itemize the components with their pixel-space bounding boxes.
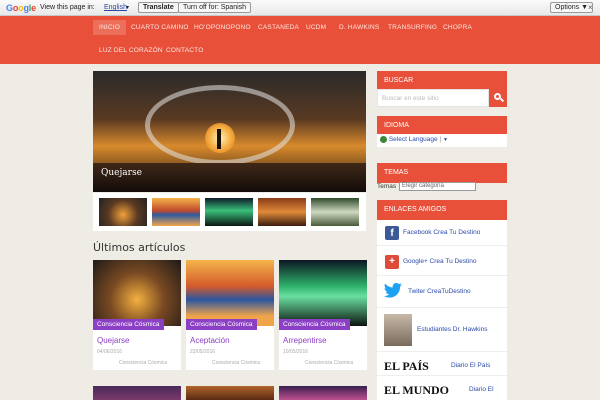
search-input[interactable]: Buscar en este sitio xyxy=(377,89,489,107)
thumbnail-aceptacion[interactable] xyxy=(152,198,200,226)
translate-bar: Google View this page in: English ▾ Tran… xyxy=(0,0,600,16)
elpais-logo: EL PAÍS xyxy=(384,359,429,373)
friend-link-elpais[interactable]: EL PAÍS Diario El País xyxy=(377,352,507,376)
article-card: Consciencia Cósmica Arrepentirse 10/05/2… xyxy=(279,260,367,370)
article-image[interactable] xyxy=(279,260,367,326)
categories-row: Temas Elegir categoría xyxy=(377,182,507,193)
nav-item-d-hawkins[interactable]: D. HAWKINS xyxy=(339,24,379,31)
friend-link-hawkins[interactable]: Estudiantes Dr. Hawkins xyxy=(377,308,507,352)
categories-label: Temas xyxy=(377,183,397,190)
friend-link-twitter[interactable]: Twiter CreaTuDestino xyxy=(377,276,507,308)
language-widget-header: IDIOMA xyxy=(377,116,507,136)
slider-thumbnails xyxy=(93,193,366,231)
article-image[interactable] xyxy=(186,386,274,400)
article-category[interactable]: Consciencia Cósmica xyxy=(212,360,260,366)
chevron-down-icon: ▾ xyxy=(126,5,130,11)
translate-bar-text: View this page in: xyxy=(40,4,95,11)
chevron-down-icon: ▼ xyxy=(442,137,448,144)
globe-icon xyxy=(380,136,387,143)
categories-select[interactable]: Elegir categoría xyxy=(399,182,476,191)
options-button[interactable]: Options ▼ xyxy=(550,2,593,13)
search-widget-header: BUSCAR xyxy=(377,71,507,91)
category-badge[interactable]: Consciencia Cósmica xyxy=(93,319,164,330)
slider-caption[interactable]: Quejarse xyxy=(101,168,142,178)
friend-link-googleplus[interactable]: + Google+ Crea Tu Destino xyxy=(377,246,507,276)
nav-item-chopra[interactable]: CHOPRA xyxy=(443,24,472,31)
google-logo: Google xyxy=(6,3,36,13)
nav-item-cuarto-camino[interactable]: CUARTO CAMINO xyxy=(131,24,189,31)
article-image[interactable] xyxy=(93,260,181,326)
article-date: 10/05/2016 xyxy=(283,349,309,355)
article-image[interactable] xyxy=(186,260,274,326)
nav-item-transurfing[interactable]: TRANSURFING xyxy=(388,24,437,31)
googleplus-icon: + xyxy=(385,255,399,269)
nav-item-hooponopono[interactable]: HO'OPONOPONO xyxy=(194,24,251,31)
friends-widget-header: ENLACES AMIGOS xyxy=(377,200,507,220)
nav-item-inicio[interactable]: INICIO xyxy=(93,20,127,35)
thumbnail-waterfall[interactable] xyxy=(311,198,359,226)
thumbnail-arrepentirse[interactable] xyxy=(205,198,253,226)
article-title[interactable]: Aceptación xyxy=(190,336,230,345)
friends-list: f Facebook Crea Tu Destino + Google+ Cre… xyxy=(377,220,507,400)
nav-item-luz-del-corazon[interactable]: LUZ DEL CORAZÓN xyxy=(99,47,163,54)
facebook-icon: f xyxy=(385,226,399,240)
article-date: 04/06/2016 xyxy=(97,349,123,355)
article-card: Consciencia Cósmica Aceptación 22/05/201… xyxy=(186,260,274,370)
article-category[interactable]: Consciencia Cósmica xyxy=(305,360,353,366)
close-icon[interactable]: × xyxy=(588,3,593,12)
article-date: 22/05/2016 xyxy=(190,349,216,355)
category-badge[interactable]: Consciencia Cósmica xyxy=(279,319,350,330)
nav-item-castaneda[interactable]: CASTANEDA xyxy=(258,24,299,31)
article-image[interactable] xyxy=(93,386,181,400)
category-badge[interactable]: Consciencia Cósmica xyxy=(186,319,257,330)
nav-item-ucdm[interactable]: UCDM xyxy=(306,24,326,31)
hawkins-photo xyxy=(384,314,412,346)
elmundo-logo: EL MUNDO xyxy=(384,383,450,397)
latest-articles-title: Últimos artículos xyxy=(93,241,186,254)
translate-button[interactable]: Translate xyxy=(138,2,179,13)
article-card: Consciencia Cósmica Quejarse 04/06/2016 … xyxy=(93,260,181,370)
thumbnail-quejarse[interactable] xyxy=(97,196,149,228)
language-select[interactable]: Select Language | ▼ xyxy=(377,134,507,147)
twitter-icon xyxy=(383,283,402,298)
search-button[interactable] xyxy=(489,89,507,107)
article-image[interactable] xyxy=(279,386,367,400)
article-title[interactable]: Arrepentirse xyxy=(283,336,327,345)
turn-off-button[interactable]: Turn off for: Spanish xyxy=(178,2,252,13)
thumbnail-forest[interactable] xyxy=(258,198,306,226)
main-nav: INICIO CUARTO CAMINO HO'OPONOPONO CASTAN… xyxy=(0,16,600,64)
categories-widget-header: TEMAS xyxy=(377,163,507,183)
target-language-select[interactable]: English xyxy=(104,4,127,11)
language-select-value: Select Language xyxy=(388,136,438,144)
lighthouse-image xyxy=(217,129,221,149)
friend-link-facebook[interactable]: f Facebook Crea Tu Destino xyxy=(377,220,507,246)
featured-slider[interactable]: Quejarse xyxy=(93,71,366,192)
article-title[interactable]: Quejarse xyxy=(97,336,129,345)
article-category[interactable]: Consciencia Cósmica xyxy=(119,360,167,366)
friend-link-elmundo[interactable]: EL MUNDO Diario El xyxy=(377,376,507,400)
nav-item-contacto[interactable]: CONTACTO xyxy=(166,47,203,54)
